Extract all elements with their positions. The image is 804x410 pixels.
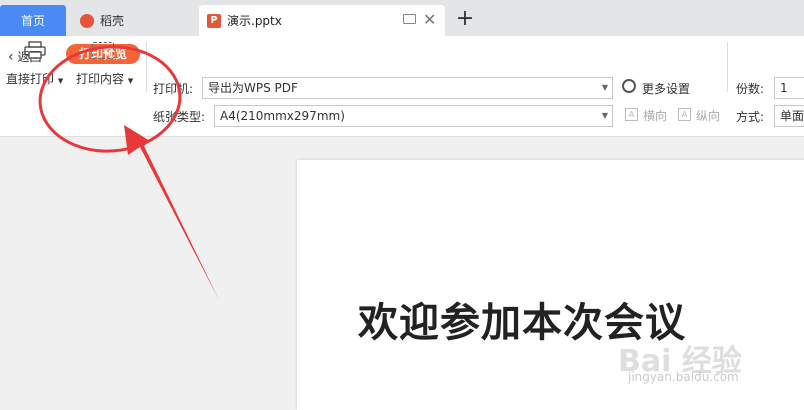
- paper-type-select[interactable]: A4(210mmx297mm) ▼: [214, 105, 613, 127]
- copies-input[interactable]: 1: [774, 77, 804, 99]
- tab-daoke-label: 稻壳: [100, 14, 125, 28]
- tab-bar: 首页 稻壳 P 演示.pptx ✕ +: [0, 0, 804, 36]
- new-tab-button[interactable]: +: [453, 6, 477, 31]
- chevron-left-icon: ‹: [8, 49, 14, 65]
- method-label: 方式:: [736, 110, 765, 124]
- landscape-icon: A: [625, 108, 638, 121]
- baidu-watermark-url: jingyan.baidu.com: [628, 370, 739, 384]
- print-content-icon[interactable]: [92, 42, 114, 59]
- landscape-option[interactable]: 横向: [643, 107, 667, 124]
- daoke-icon: [80, 13, 94, 28]
- copies-value: 1: [780, 81, 788, 95]
- tab-home[interactable]: 首页: [0, 5, 66, 36]
- more-settings-button[interactable]: 更多设置: [642, 80, 690, 97]
- printer-select[interactable]: 导出为WPS PDF ▼: [202, 77, 613, 99]
- print-content-label: 打印内容: [76, 72, 125, 86]
- chevron-down-icon: ▼: [127, 77, 134, 85]
- paper-type-value: A4(210mmx297mm): [220, 109, 345, 123]
- method-value: 单面: [780, 109, 804, 123]
- tab-document[interactable]: P 演示.pptx ✕: [199, 5, 445, 36]
- tab-daoke[interactable]: 稻壳: [68, 5, 194, 36]
- divider: [727, 42, 728, 92]
- direct-print-button[interactable]: 直接打印 ▼: [6, 70, 63, 87]
- chevron-down-icon: ▼: [601, 83, 608, 92]
- print-content-button[interactable]: 打印内容 ▼: [76, 70, 133, 87]
- printer-label: 打印机:: [153, 82, 194, 96]
- annotation-arrow: [124, 125, 219, 300]
- tab-home-label: 首页: [20, 14, 45, 28]
- printer-icon[interactable]: [24, 41, 46, 59]
- method-select[interactable]: 单面: [774, 105, 804, 127]
- chevron-down-icon: ▼: [601, 111, 608, 120]
- printer-value: 导出为WPS PDF: [208, 81, 298, 95]
- gear-icon[interactable]: [622, 79, 636, 93]
- monitor-icon[interactable]: [403, 14, 416, 24]
- divider: [146, 42, 147, 92]
- portrait-option[interactable]: 纵向: [696, 107, 720, 124]
- copies-label: 份数:: [736, 82, 765, 96]
- portrait-icon: A: [678, 108, 691, 121]
- direct-print-label: 直接打印: [6, 72, 55, 86]
- ppt-file-icon: P: [207, 13, 221, 28]
- close-tab-icon[interactable]: ✕: [423, 10, 436, 29]
- paper-type-label: 纸张类型:: [153, 110, 206, 124]
- tab-document-label: 演示.pptx: [227, 14, 282, 28]
- chevron-down-icon: ▼: [57, 77, 64, 85]
